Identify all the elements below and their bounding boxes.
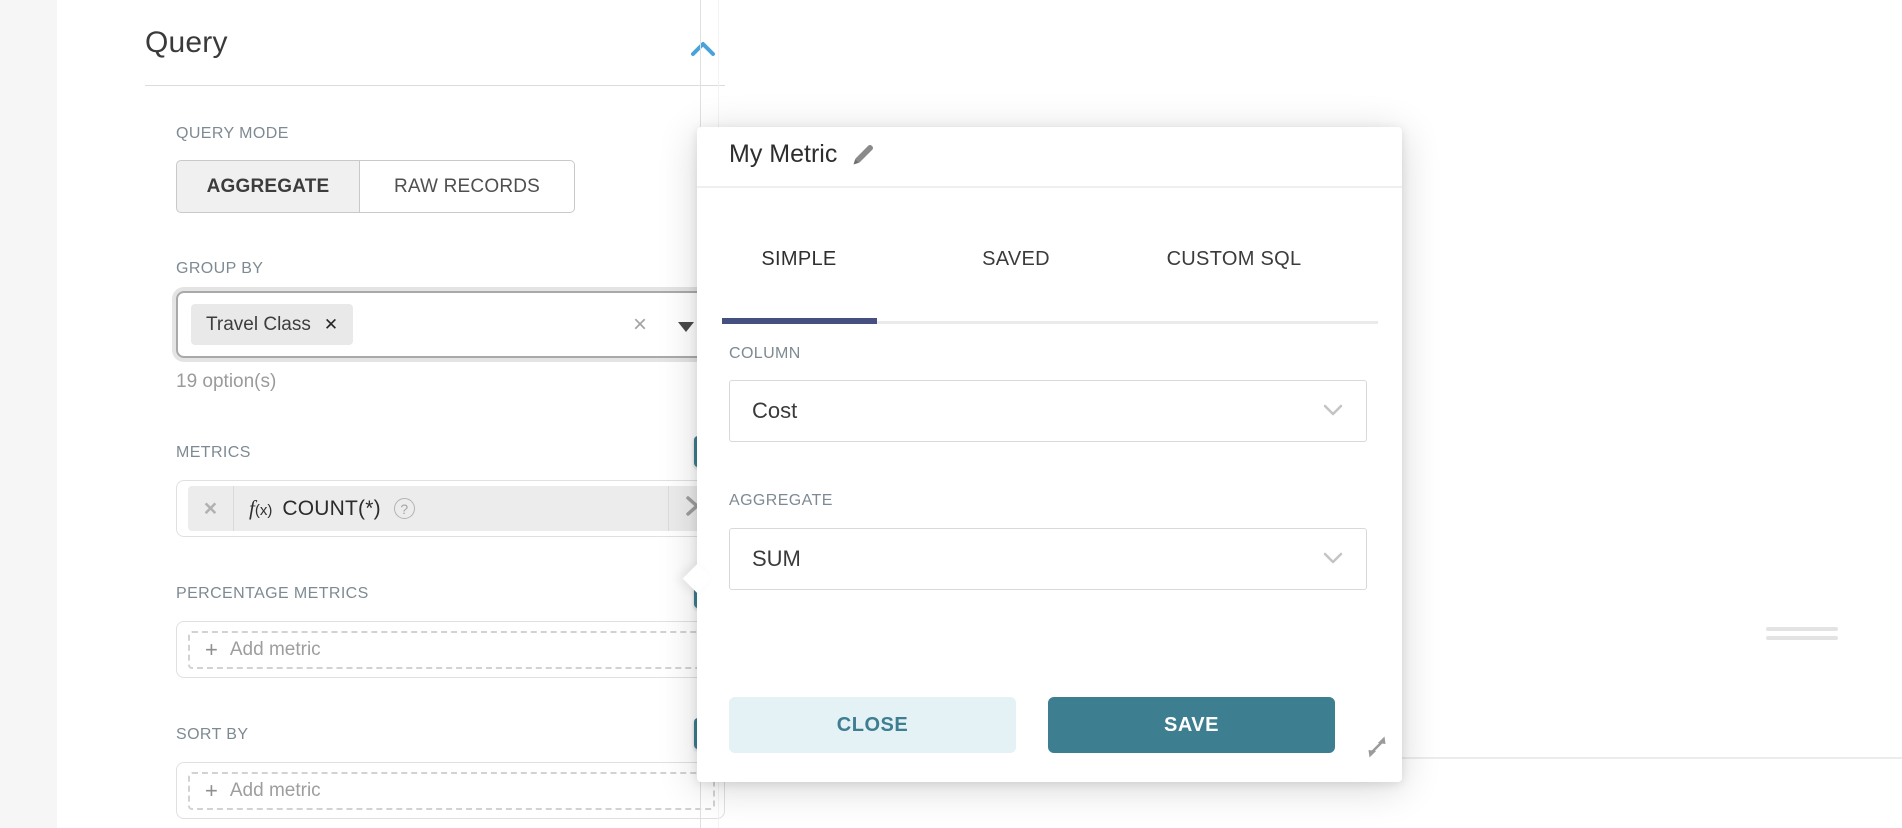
add-metric-placeholder: Add metric <box>230 639 321 661</box>
metrics-container: × f(x) COUNT(*) ? <box>176 480 725 537</box>
metrics-label: METRICS <box>176 443 251 463</box>
help-icon[interactable]: ? <box>394 498 415 519</box>
query-control-panel: Query QUERY MODE AGGREGATE RAW RECORDS G… <box>57 0 700 828</box>
aggregate-select[interactable]: SUM <box>729 528 1367 590</box>
query-mode-label: QUERY MODE <box>176 124 289 144</box>
tabs-baseline <box>877 321 1378 324</box>
metric-remove-icon[interactable]: × <box>188 486 234 531</box>
aggregate-label: AGGREGATE <box>729 492 833 510</box>
query-mode-toggle: AGGREGATE RAW RECORDS <box>176 160 575 213</box>
column-select[interactable]: Cost <box>729 380 1367 442</box>
explore-view: { "panel": { "title": "Query", "query_mo… <box>0 0 1902 828</box>
tab-saved[interactable]: SAVED <box>982 248 1050 271</box>
edit-pencil-icon[interactable] <box>850 141 877 168</box>
metric-name: COUNT(*) <box>282 497 380 521</box>
close-button[interactable]: CLOSE <box>729 697 1016 753</box>
chevron-down-icon <box>1322 403 1344 422</box>
plus-icon: + <box>205 639 218 661</box>
group-by-tag-label: Travel Class <box>206 314 311 336</box>
popover-header-divider <box>697 186 1402 188</box>
group-by-label: GROUP BY <box>176 259 263 279</box>
percentage-metrics-container: + Add metric <box>176 621 725 678</box>
caret-down-icon[interactable] <box>678 322 694 332</box>
metric-edit-popover: My Metric SIMPLE SAVED CUSTOM SQL COLUMN… <box>697 127 1402 782</box>
collapse-section-button[interactable] <box>687 38 719 62</box>
query-section-title: Query <box>145 26 228 60</box>
percentage-metrics-dropzone[interactable]: + Add metric <box>188 631 715 669</box>
sort-by-label: SORT BY <box>176 725 248 745</box>
sort-by-dropzone[interactable]: + Add metric <box>188 772 715 810</box>
save-button[interactable]: SAVE <box>1048 697 1335 753</box>
group-by-tag: Travel Class ✕ <box>191 304 353 345</box>
raw-records-mode-button[interactable]: RAW RECORDS <box>360 160 575 213</box>
tab-simple[interactable]: SIMPLE <box>761 248 836 271</box>
popover-title-row: My Metric <box>729 140 877 169</box>
sort-by-container: + Add metric <box>176 762 725 819</box>
tab-custom-sql[interactable]: CUSTOM SQL <box>1167 248 1302 271</box>
left-gutter <box>0 0 57 828</box>
group-by-select[interactable]: Travel Class ✕ × <box>176 291 725 358</box>
active-tab-indicator <box>722 318 877 324</box>
column-value: Cost <box>752 398 797 424</box>
plus-icon: + <box>205 780 218 802</box>
fx-icon: f(x) <box>249 496 272 521</box>
metric-pill[interactable]: × f(x) COUNT(*) ? <box>188 486 715 531</box>
tag-remove-icon[interactable]: ✕ <box>324 316 338 333</box>
metric-title: My Metric <box>729 140 837 169</box>
column-label: COLUMN <box>729 345 801 363</box>
aggregate-mode-button[interactable]: AGGREGATE <box>176 160 360 213</box>
group-by-option-count: 19 option(s) <box>176 371 276 393</box>
aggregate-value: SUM <box>752 546 801 572</box>
chevron-up-icon <box>687 49 719 66</box>
chevron-down-icon <box>1322 551 1344 570</box>
add-metric-placeholder: Add metric <box>230 780 321 802</box>
percentage-metrics-label: PERCENTAGE METRICS <box>176 584 369 604</box>
section-divider <box>145 85 725 86</box>
drag-handle[interactable] <box>1766 636 1838 640</box>
clear-all-icon[interactable]: × <box>633 313 647 337</box>
resize-icon[interactable] <box>1363 733 1391 761</box>
drag-handle[interactable] <box>1766 627 1838 631</box>
